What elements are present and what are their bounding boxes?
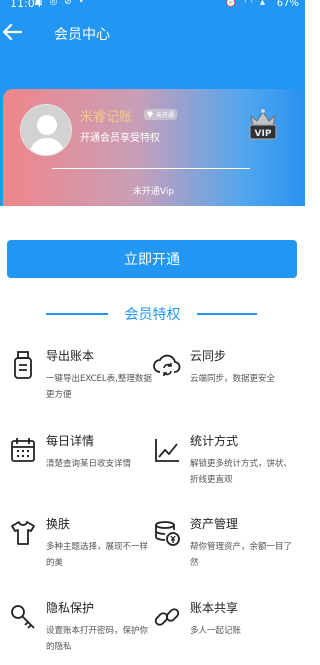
- feature-statistics[interactable]: 统计方式 解锁更多统计方式，饼状、折线更直观: [153, 432, 303, 502]
- feature-desc: 解锁更多统计方式，饼状、折线更直观: [190, 459, 293, 485]
- vip-status: 未开通Vip: [132, 187, 175, 197]
- user-silhouette-icon: [21, 105, 71, 155]
- avatar[interactable]: [20, 104, 72, 156]
- link-icon: [154, 608, 180, 626]
- cloud-sync-icon: [153, 354, 181, 376]
- vip-badge: 未开通: [144, 109, 178, 120]
- feature-export[interactable]: 导出账本 一键导出EXCEL表,整理数据更方便: [9, 347, 159, 417]
- privileges-title: 会员特权: [124, 307, 181, 323]
- feature-desc: 多种主题选择，展现不一样的美: [46, 542, 149, 568]
- feature-title: 导出账本: [46, 349, 95, 363]
- vip-crown-icon: VIP: [243, 104, 283, 144]
- feature-title: 账本共享: [190, 601, 239, 615]
- feature-title: 每日详情: [46, 434, 95, 448]
- feature-desc: 设置账本打开密码，保护你的隐私: [46, 626, 149, 652]
- diamond-icon: [147, 111, 153, 118]
- feature-desc: 云端同步，数据更安全: [190, 374, 276, 384]
- usb-export-icon: [14, 351, 32, 379]
- feature-desc: 多人一起记账: [190, 626, 242, 636]
- feature-title: 隐私保护: [46, 601, 95, 615]
- open-vip-button[interactable]: 立即开通: [7, 240, 297, 278]
- feature-cloud-sync[interactable]: 云同步 云端同步，数据更安全: [153, 347, 303, 417]
- feature-daily-detail[interactable]: 每日详情 清楚查询某日收支详情: [9, 432, 159, 502]
- status-bar: 11:04 ▣ ◎ ⊘ • ⏰ ◠ ▴ 67%: [0, 0, 305, 12]
- calendar-icon: [11, 438, 35, 462]
- signal-icons: ⏰ ◠ ▴: [224, 0, 267, 8]
- page-title: 会员中心: [54, 27, 110, 43]
- feature-share[interactable]: 账本共享 多人一起记账: [153, 599, 303, 665]
- feature-desc: 一键导出EXCEL表,整理数据更方便: [46, 374, 152, 400]
- tshirt-icon: [11, 521, 35, 545]
- feature-desc: 帮你管理资产，余额一目了然: [190, 542, 293, 568]
- feature-assets[interactable]: 资产管理 帮你管理资产，余额一目了然: [153, 515, 303, 585]
- arrow-left-icon: [2, 23, 22, 41]
- feature-title: 统计方式: [190, 434, 239, 448]
- back-button[interactable]: [0, 18, 28, 48]
- section-divider-right: [197, 313, 257, 315]
- vip-card: 米睿记账 未开通 开通会员享受特权 VIP 未开通Vip: [3, 89, 304, 206]
- feature-theme[interactable]: 换肤 多种主题选择，展现不一样的美: [9, 515, 159, 585]
- feature-title: 资产管理: [190, 517, 239, 531]
- feature-title: 换肤: [46, 517, 71, 531]
- vip-description: 开通会员享受特权: [80, 133, 160, 144]
- crown-text: VIP: [255, 129, 272, 139]
- feature-title: 云同步: [190, 349, 227, 363]
- feature-privacy[interactable]: 隐私保护 设置账本打开密码，保护你的隐私: [9, 599, 159, 665]
- card-divider: [52, 168, 250, 169]
- coins-icon: [155, 521, 180, 546]
- feature-desc: 清楚查询某日收支详情: [46, 459, 132, 469]
- battery-level: 67%: [276, 0, 299, 9]
- username: 米睿记账: [80, 110, 133, 125]
- key-icon: [11, 605, 35, 629]
- notification-icons: ▣ ◎ ⊘ •: [34, 0, 86, 7]
- chart-icon: [155, 439, 179, 462]
- badge-label: 未开通: [156, 112, 175, 119]
